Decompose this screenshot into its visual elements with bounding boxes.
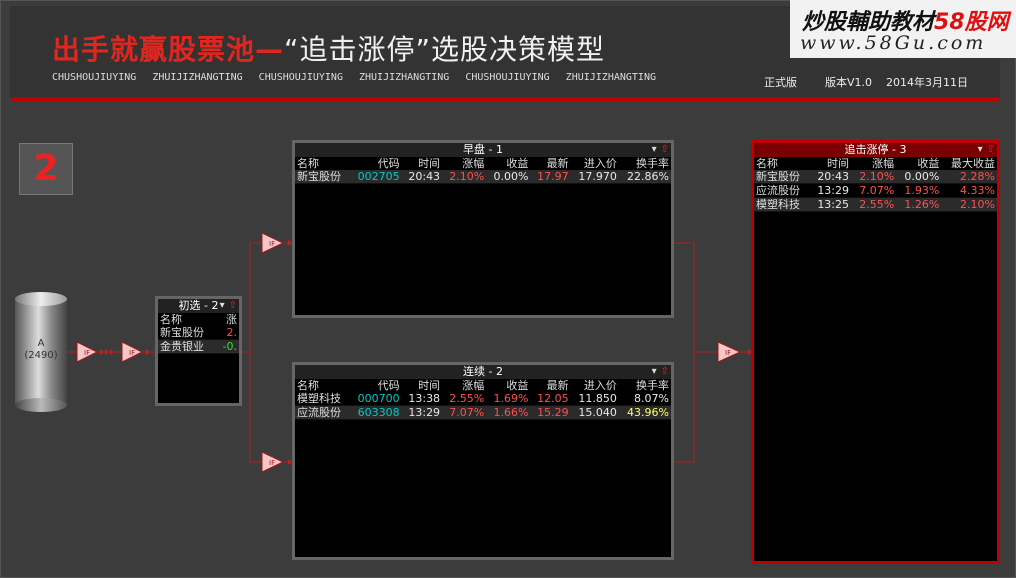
collapse-arrow-icon[interactable]: ⇧ — [661, 366, 669, 377]
panel-chuxuan[interactable]: 初选 - 2 ▾ ⇧ 名称 涨 新宝股份 2. 金贵银业 -0. — [155, 296, 242, 406]
collapse-arrow-icon[interactable]: ⇧ — [661, 144, 669, 155]
column-header: 名称 — [297, 157, 319, 170]
column-header: 名称 — [160, 313, 182, 326]
collapse-arrow-icon[interactable]: ⇧ — [229, 300, 237, 311]
table-row[interactable]: 新宝股份 2. — [158, 326, 239, 340]
cylinder-label: A (2490) — [24, 338, 58, 361]
dropdown-icon[interactable]: ▾ — [652, 144, 657, 155]
panel-lianxu[interactable]: 连续 - 2 ▾ ⇧ 名称 代码 时间 涨幅 收益 最新 进入价 换手率 模塑科技… — [292, 362, 674, 560]
table-row[interactable]: 应流股份 13:29 7.07% 1.93% 4.33% — [754, 183, 997, 198]
table-row[interactable]: 模塑科技 13:25 2.55% 1.26% 2.10% — [754, 197, 997, 212]
column-header: 代码 — [377, 379, 400, 392]
column-header: 涨 — [226, 313, 237, 326]
column-header: 涨幅 — [462, 379, 485, 392]
stock-pool-cylinder[interactable]: A (2490) — [15, 292, 67, 412]
column-header: 收益 — [917, 157, 940, 170]
table-zaopan: 名称 代码 时间 涨幅 收益 最新 进入价 换手率 新宝股份 002705 20… — [295, 157, 671, 184]
filter-triangle-icon[interactable]: IF — [261, 451, 285, 473]
column-header: 涨幅 — [462, 157, 485, 170]
column-header: 代码 — [377, 157, 400, 170]
table-row[interactable]: 新宝股份 20:43 2.10% 0.00% 2.28% — [754, 170, 997, 184]
table-row[interactable]: 应流股份 603308 13:29 7.07% 1.66% 15.29 15.0… — [295, 405, 671, 420]
panel-title: 早盘 - 1 ▾ ⇧ — [295, 143, 671, 157]
column-header: 进入价 — [583, 379, 617, 392]
panel-zhuiji[interactable]: 追击涨停 - 3 ▾ ⇧ 名称 时间 涨幅 收益 最大收益 新宝股份 20:43 … — [751, 140, 1000, 564]
column-header: 时间 — [418, 379, 441, 392]
table-row[interactable]: 金贵银业 -0. — [158, 339, 239, 354]
table-chuxuan: 名称 涨 新宝股份 2. 金贵银业 -0. — [158, 313, 239, 354]
filter-triangle-icon[interactable]: IF — [121, 341, 144, 363]
column-header: 时间 — [827, 157, 850, 170]
table-zhuiji: 名称 时间 涨幅 收益 最大收益 新宝股份 20:43 2.10% 0.00% … — [754, 157, 997, 212]
svg-text:IF: IF — [269, 459, 275, 467]
panel-title: 初选 - 2 ▾ ⇧ — [158, 299, 239, 313]
column-header: 名称 — [297, 379, 319, 392]
svg-text:IF: IF — [725, 349, 731, 357]
column-header: 最大收益 — [951, 157, 995, 170]
panel-title: 追击涨停 - 3 ▾ ⇧ — [754, 143, 997, 157]
column-header: 收益 — [506, 157, 529, 170]
filter-triangle-icon[interactable]: IF — [717, 341, 742, 363]
column-header: 进入价 — [583, 157, 617, 170]
table-row[interactable]: 新宝股份 002705 20:43 2.10% 0.00% 17.97 17.9… — [295, 170, 671, 184]
svg-text:IF: IF — [129, 349, 135, 357]
collapse-arrow-icon[interactable]: ⇧ — [987, 144, 995, 155]
column-header: 名称 — [756, 157, 778, 170]
column-header: 换手率 — [636, 379, 669, 392]
dropdown-icon[interactable]: ▾ — [220, 300, 225, 311]
column-header: 涨幅 — [872, 157, 895, 170]
table-lianxu: 名称 代码 时间 涨幅 收益 最新 进入价 换手率 模塑科技 000700 13… — [295, 379, 671, 420]
column-header: 最新 — [546, 157, 569, 170]
column-header: 换手率 — [636, 157, 669, 170]
panel-zaopan[interactable]: 早盘 - 1 ▾ ⇧ 名称 代码 时间 涨幅 收益 最新 进入价 换手率 新宝股份… — [292, 140, 674, 318]
filter-triangle-icon[interactable]: IF — [76, 341, 99, 363]
svg-text:IF: IF — [269, 240, 275, 248]
filter-triangle-icon[interactable]: IF — [261, 232, 285, 254]
column-header: 时间 — [418, 157, 441, 170]
dropdown-icon[interactable]: ▾ — [978, 144, 983, 155]
column-header: 最新 — [546, 379, 569, 392]
dropdown-icon[interactable]: ▾ — [652, 366, 657, 377]
table-row[interactable]: 模塑科技 000700 13:38 2.55% 1.69% 12.05 11.8… — [295, 392, 671, 406]
panel-title: 连续 - 2 ▾ ⇧ — [295, 365, 671, 379]
svg-text:IF: IF — [84, 349, 90, 357]
column-header: 收益 — [506, 379, 529, 392]
